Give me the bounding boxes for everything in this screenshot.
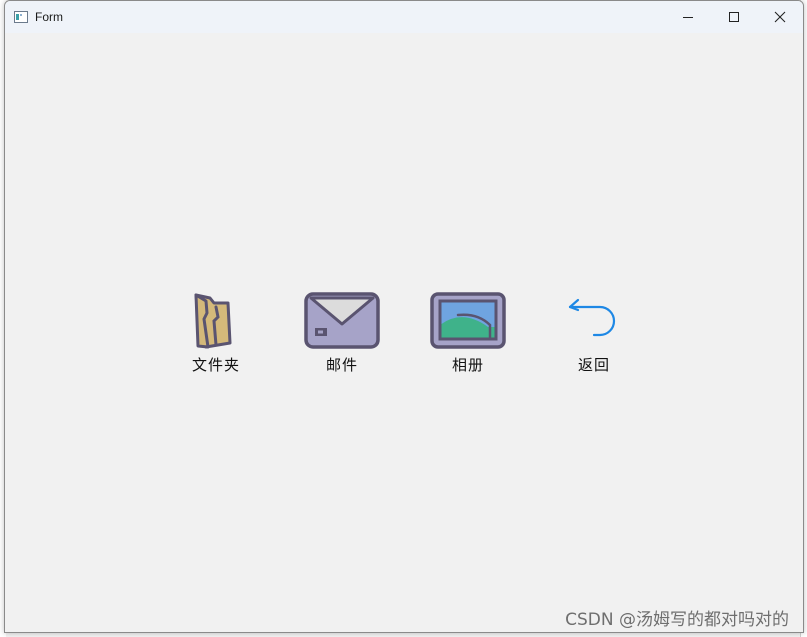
mail-tile[interactable]: 邮件 (297, 291, 387, 381)
minimize-button[interactable] (665, 1, 711, 33)
form-client-area: 文件夹 邮件 相册 返回 CSDN @汤姆写的都对吗对的 (5, 33, 803, 632)
folder-label: 文件夹 (191, 356, 240, 374)
mail-icon (304, 292, 380, 349)
title-bar[interactable]: Form (5, 1, 803, 33)
minimize-icon (683, 17, 693, 18)
window-controls (665, 1, 803, 33)
mail-label: 邮件 (325, 356, 358, 374)
form-app-icon (13, 9, 29, 25)
back-arrow-icon (568, 298, 616, 337)
close-button[interactable] (757, 1, 803, 33)
photo-album-label: 相册 (451, 356, 484, 374)
form-window: Form 文件夹 邮件 相册 返回 CSDN @汤姆写的都对吗对的 (4, 0, 804, 633)
maximize-icon (729, 12, 739, 22)
window-title: Form (35, 10, 63, 24)
folder-tile[interactable]: 文件夹 (171, 291, 261, 381)
photo-album-tile[interactable]: 相册 (423, 291, 513, 381)
folder-icon (194, 293, 232, 349)
maximize-button[interactable] (711, 1, 757, 33)
close-icon (774, 11, 786, 23)
photo-album-icon (430, 292, 506, 349)
back-tile[interactable]: 返回 (549, 291, 639, 381)
csdn-watermark: CSDN @汤姆写的都对吗对的 (565, 610, 789, 630)
back-label: 返回 (577, 356, 610, 374)
